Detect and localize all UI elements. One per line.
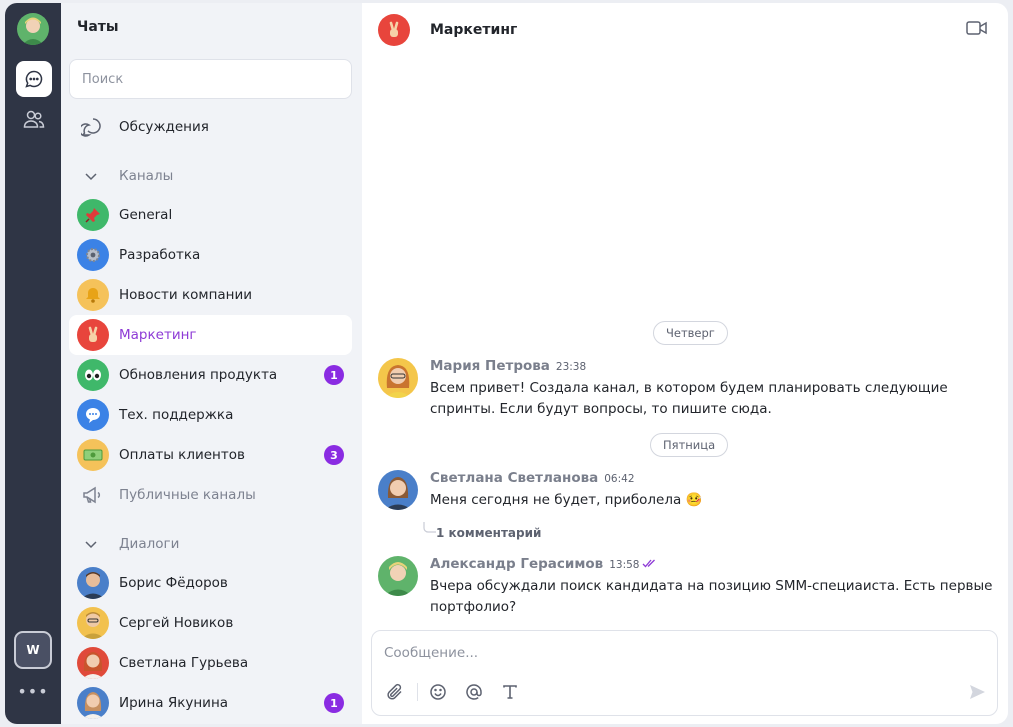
avatar bbox=[77, 687, 109, 719]
double-check-icon bbox=[643, 559, 656, 568]
chevron-down-icon bbox=[83, 536, 99, 556]
dialog-label: Борис Фёдоров bbox=[119, 575, 228, 591]
chats-nav-button[interactable] bbox=[16, 61, 52, 97]
message-author: Мария Петрова 23:38 bbox=[430, 358, 587, 374]
unread-badge: 3 bbox=[324, 445, 344, 465]
megaphone-icon bbox=[81, 485, 103, 505]
avatar bbox=[77, 567, 109, 599]
app-window: W ••• Чаты Обсуждения Каналы General Раз… bbox=[5, 3, 1008, 724]
eyes-icon bbox=[77, 359, 109, 391]
avatar bbox=[378, 470, 418, 510]
victory-hand-icon bbox=[378, 14, 410, 46]
channel-item-development[interactable]: Разработка bbox=[69, 235, 352, 275]
channel-label: General bbox=[119, 207, 173, 223]
dialog-label: Ирина Якунина bbox=[119, 695, 229, 711]
channel-item-support[interactable]: Тех. поддержка bbox=[69, 395, 352, 435]
workspace-button[interactable]: W bbox=[14, 631, 52, 669]
channel-label: Новости компании bbox=[119, 287, 253, 303]
channel-item-general[interactable]: General bbox=[69, 195, 352, 235]
dialog-item[interactable]: Сергей Новиков bbox=[69, 603, 352, 643]
avatar bbox=[77, 607, 109, 639]
thread-line-icon bbox=[423, 522, 436, 533]
message-time: 23:38 bbox=[555, 361, 587, 373]
send-icon[interactable] bbox=[966, 681, 988, 703]
public-channels-item[interactable]: Публичные каналы bbox=[69, 475, 352, 515]
panel-title: Чаты bbox=[77, 19, 119, 35]
dialog-item[interactable]: Светлана Гурьева bbox=[69, 643, 352, 683]
victory-hand-icon bbox=[77, 319, 109, 351]
channel-label: Обновления продукта bbox=[119, 367, 278, 383]
chat-list-panel: Чаты Обсуждения Каналы General Разработк… bbox=[61, 3, 361, 724]
dialogs-section-label: Диалоги bbox=[119, 536, 180, 552]
channel-item-company-news[interactable]: Новости компании bbox=[69, 275, 352, 315]
dialog-label: Сергей Новиков bbox=[119, 615, 234, 631]
bell-icon bbox=[77, 279, 109, 311]
date-divider: Пятница bbox=[650, 433, 729, 457]
message-text: Меня сегодня не будет, приболела 🤒 bbox=[430, 492, 703, 508]
channel-item-payments[interactable]: Оплаты клиентов 3 bbox=[69, 435, 352, 475]
chat-title: Маркетинг bbox=[430, 22, 518, 38]
message-text: Вчера обсуждали поиск кандидата на позиц… bbox=[430, 578, 993, 615]
discussions-icon bbox=[81, 117, 103, 137]
date-divider: Четверг bbox=[653, 321, 728, 345]
chat-main: Маркетинг Четверг Мария Петрова 23:38 Все… bbox=[362, 3, 1008, 724]
my-avatar[interactable] bbox=[17, 13, 49, 45]
channels-section-label: Каналы bbox=[119, 168, 174, 184]
people-icon bbox=[23, 110, 45, 128]
toolbar-divider bbox=[417, 683, 418, 701]
discussions-item[interactable]: Обсуждения bbox=[69, 107, 352, 147]
channel-item-product-updates[interactable]: Обновления продукта 1 bbox=[69, 355, 352, 395]
unread-badge: 1 bbox=[324, 693, 344, 713]
dialogs-section-toggle[interactable]: Диалоги bbox=[69, 530, 352, 560]
message-composer bbox=[371, 630, 998, 716]
chat-bubble-icon bbox=[25, 70, 43, 88]
message-text: Всем привет! Создала канал, в котором бу… bbox=[430, 380, 948, 417]
video-call-icon[interactable] bbox=[966, 20, 988, 40]
dialog-label: Светлана Гурьева bbox=[119, 655, 249, 671]
channel-label: Тех. поддержка bbox=[119, 407, 234, 423]
search-input[interactable] bbox=[69, 59, 352, 99]
message-time: 06:42 bbox=[604, 473, 635, 485]
unread-badge: 1 bbox=[324, 365, 344, 385]
contacts-nav-button[interactable] bbox=[16, 101, 52, 137]
nav-rail: W ••• bbox=[5, 3, 61, 724]
channel-label: Оплаты клиентов bbox=[119, 447, 245, 463]
emoji-icon[interactable] bbox=[427, 681, 449, 703]
mention-icon[interactable] bbox=[463, 681, 485, 703]
paperclip-icon[interactable] bbox=[384, 681, 406, 703]
gear-icon bbox=[77, 239, 109, 271]
channel-item-marketing[interactable]: Маркетинг bbox=[69, 315, 352, 355]
public-channels-label: Публичные каналы bbox=[119, 487, 256, 503]
text-format-icon[interactable] bbox=[499, 681, 521, 703]
chevron-down-icon bbox=[83, 168, 99, 188]
dialog-item[interactable]: Борис Фёдоров bbox=[69, 563, 352, 603]
avatar bbox=[77, 647, 109, 679]
thread-replies-link[interactable]: 1 комментарий bbox=[436, 526, 541, 540]
channels-section-toggle[interactable]: Каналы bbox=[69, 162, 352, 192]
dialog-item[interactable]: Ирина Якунина 1 bbox=[69, 683, 352, 723]
message-author: Александр Герасимов 13:58 bbox=[430, 556, 656, 572]
message-author: Светлана Светланова 06:42 bbox=[430, 470, 635, 486]
pin-icon bbox=[77, 199, 109, 231]
speech-bubble-icon bbox=[77, 399, 109, 431]
more-icon[interactable]: ••• bbox=[14, 681, 52, 701]
money-icon bbox=[77, 439, 109, 471]
message-input[interactable] bbox=[384, 643, 974, 663]
avatar bbox=[378, 556, 418, 596]
avatar bbox=[378, 358, 418, 398]
message-time: 13:58 bbox=[609, 559, 640, 571]
channel-label: Маркетинг bbox=[119, 327, 197, 343]
discussions-label: Обсуждения bbox=[119, 119, 209, 135]
channel-label: Разработка bbox=[119, 247, 201, 263]
